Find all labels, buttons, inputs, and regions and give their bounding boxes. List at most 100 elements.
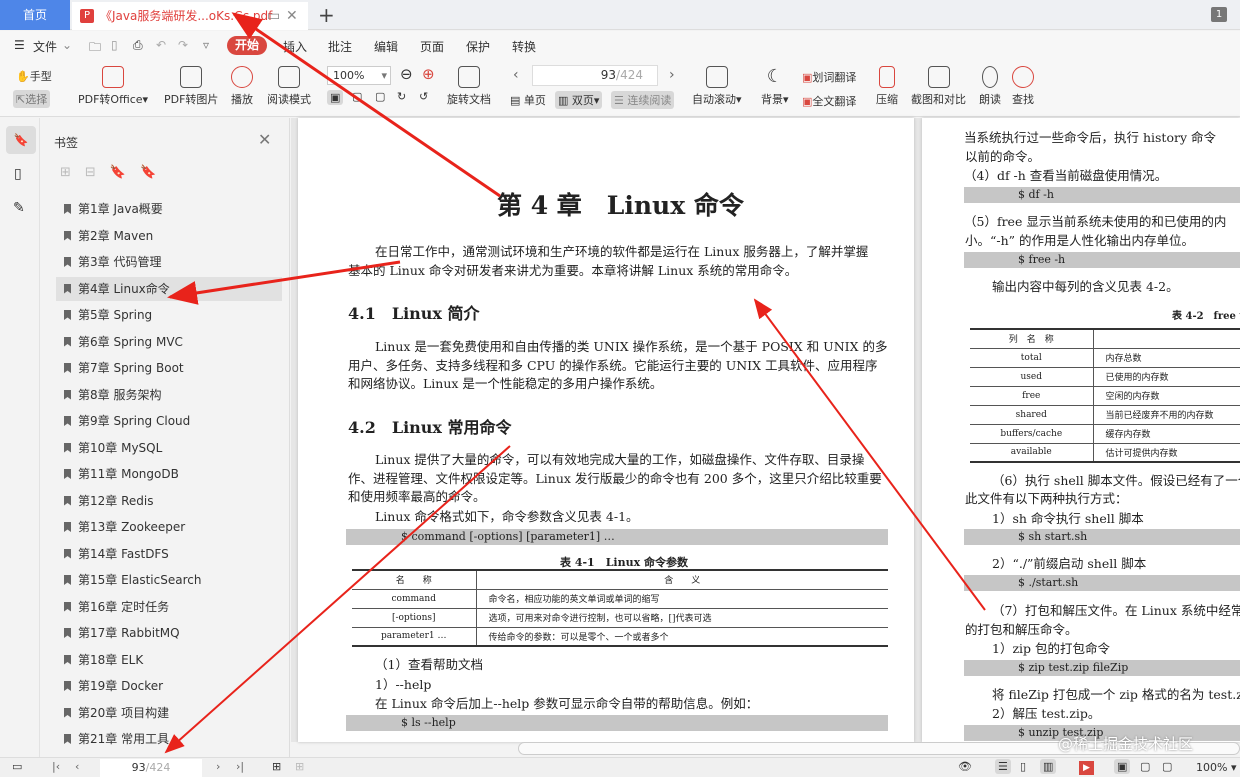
compress-button[interactable]: 压缩 <box>876 66 898 107</box>
select-tool[interactable]: ⇱选择 <box>13 90 50 108</box>
first-page-icon[interactable]: |‹ <box>52 760 60 773</box>
tab-document[interactable]: P 《Java服务端研发...oKs.Cc.pdf ▭ ✕ <box>72 2 308 30</box>
full-translate-button[interactable]: ▣全文翻译 <box>802 93 856 109</box>
fit-page-icon[interactable]: ▢ <box>352 90 362 103</box>
sidebar-item-bookmark[interactable]: 第2章 Maven <box>56 224 282 248</box>
prev-page-icon[interactable]: ‹ <box>513 67 519 83</box>
sidebar-item-bookmark[interactable]: 第14章 FastDFS <box>56 542 282 566</box>
sidebar-item-bookmark[interactable]: 第7章 Spring Boot <box>56 356 282 380</box>
play-button[interactable]: 播放 <box>231 66 253 107</box>
right-page: 当系统执行过一些命令后，执行 history 命令 以前的命令。 （4）df -… <box>922 118 1240 742</box>
sidebar-item-bookmark[interactable]: 第17章 RabbitMQ <box>56 621 282 645</box>
sidebar-item-bookmark[interactable]: 第11章 MongoDB <box>56 462 282 486</box>
actual-size-icon[interactable]: ▣ <box>1114 759 1130 774</box>
window-count-badge[interactable]: 1 <box>1211 7 1227 22</box>
zoom-in-icon[interactable]: ⊕ <box>422 65 435 83</box>
last-page-icon[interactable]: ›| <box>236 760 244 773</box>
sidebar-item-bookmark[interactable]: 第9章 Spring Cloud <box>56 409 282 433</box>
sidebar-item-bookmark[interactable]: 第15章 ElasticSearch <box>56 568 282 592</box>
menu-convert[interactable]: 转换 <box>512 38 536 55</box>
read-mode-button[interactable]: 阅读模式 <box>267 66 311 107</box>
menu-annotate[interactable]: 批注 <box>328 38 352 55</box>
sidebar-item-bookmark[interactable]: 第6章 Spring MVC <box>56 330 282 354</box>
read-aloud-button[interactable]: 朗读 <box>979 66 1001 107</box>
find-button[interactable]: 查找 <box>1012 66 1034 107</box>
bookmark-tools[interactable]: ⊞⊟🔖🔖 <box>60 165 170 180</box>
menu-page[interactable]: 页面 <box>420 38 444 55</box>
sidebar-item-bookmark[interactable]: 第3章 代码管理 <box>56 250 282 274</box>
redo-icon[interactable]: ↷ <box>178 38 188 52</box>
menu-protect[interactable]: 保护 <box>466 38 490 55</box>
add-page-icon[interactable]: ⊞ <box>272 760 281 773</box>
screenshot-compare-button[interactable]: 截图和对比 <box>911 66 966 107</box>
rotate-label: 旋转文档 <box>447 93 491 106</box>
next-page-icon[interactable]: › <box>216 760 220 773</box>
table-cell: buffers/cache <box>970 424 1093 443</box>
open-icon[interactable]: 🗀 <box>89 38 101 59</box>
menu-file[interactable]: 文件 <box>33 38 57 55</box>
tab-home[interactable]: 首页 <box>0 0 70 30</box>
page-number-input[interactable]: 93/424 <box>532 65 658 86</box>
sidebar-item-bookmark[interactable]: 第4章 Linux命令 <box>56 277 282 301</box>
double-page-button[interactable]: ▥ 双页▾ <box>555 91 602 109</box>
thumbnail-icon[interactable]: ▯ <box>14 166 22 182</box>
save-icon[interactable]: ▯ <box>111 38 118 52</box>
pdf-to-office-button[interactable]: PDF转Office▾ <box>78 66 148 107</box>
sidebar-item-bookmark[interactable]: 第19章 Docker <box>56 674 282 698</box>
prev-page-icon[interactable]: ‹ <box>75 760 79 773</box>
pin-icon[interactable]: ▭ <box>267 2 280 30</box>
sidebar-item-bookmark[interactable]: 第20章 项目构建 <box>56 701 282 725</box>
rotate-right-icon[interactable]: ↻ <box>397 90 406 103</box>
continuous-read-button[interactable]: ☰ 连续阅读 <box>611 91 674 109</box>
double-view-icon[interactable]: ▥ <box>1040 759 1056 774</box>
menu-start[interactable]: 开始 <box>227 36 267 55</box>
background-button[interactable]: ☾背景▾ <box>761 66 789 107</box>
pdf-to-image-button[interactable]: PDF转图片 <box>164 66 218 107</box>
table-caption: 表 4-2 free 命 <box>1172 307 1240 322</box>
add-page-after-icon[interactable]: ⊞ <box>295 760 304 773</box>
auto-scroll-button[interactable]: 自动滚动▾ <box>692 66 742 107</box>
bookmark-panel-icon[interactable]: 🔖 <box>6 126 36 154</box>
hand-tool[interactable]: ✋手型 <box>16 68 52 84</box>
sidebar-item-bookmark[interactable]: 第1章 Java概要 <box>56 197 282 221</box>
continuous-view-icon[interactable]: ☰ <box>995 759 1011 774</box>
menu-edit[interactable]: 编辑 <box>374 38 398 55</box>
rotate-left-icon[interactable]: ↺ <box>419 90 428 103</box>
more-icon[interactable]: ▿ <box>203 38 209 52</box>
single-view-icon[interactable]: ▯ <box>1020 760 1026 773</box>
word-translate-button[interactable]: ▣划词翻译 <box>802 69 856 85</box>
fit-width-icon[interactable]: ▢ <box>375 90 385 103</box>
annotation-icon[interactable]: ✎ <box>13 200 25 216</box>
play-icon[interactable]: ▶ <box>1079 761 1094 775</box>
rotate-document-button[interactable]: 旋转文档 <box>447 66 491 107</box>
eye-protection-icon[interactable]: 👁 <box>958 760 972 773</box>
sidebar-item-bookmark[interactable]: 第16章 定时任务 <box>56 595 282 619</box>
chevron-down-icon[interactable]: ⌄ <box>62 38 72 52</box>
single-page-button[interactable]: ▤ 单页 <box>510 92 546 108</box>
fit-page-icon[interactable]: ▢ <box>1140 760 1150 773</box>
new-tab-button[interactable]: + <box>318 3 335 27</box>
sidebar-item-bookmark[interactable]: 第18章 ELK <box>56 648 282 672</box>
status-zoom[interactable]: 100% ▾ <box>1196 761 1236 774</box>
fit-width-icon[interactable]: ▢ <box>1162 760 1172 773</box>
print-icon[interactable]: ⎙ <box>133 38 143 53</box>
actual-size-icon[interactable]: ▣ <box>327 90 343 105</box>
sidebar-item-bookmark[interactable]: 第21章 常用工具 <box>56 727 282 751</box>
close-sidebar-icon[interactable]: ✕ <box>258 130 271 149</box>
hamburger-icon[interactable]: ☰ <box>14 38 25 52</box>
table-row: parameter1 …传给命令的参数：可以是零个、一个或者多个 <box>352 627 888 646</box>
sidebar-item-bookmark[interactable]: 第5章 Spring <box>56 303 282 327</box>
menu-insert[interactable]: 插入 <box>283 38 307 55</box>
close-tab-icon[interactable]: ✕ <box>286 2 298 30</box>
next-page-icon[interactable]: › <box>669 67 675 83</box>
zoom-select[interactable]: 100%▾ <box>327 66 391 85</box>
undo-icon[interactable]: ↶ <box>156 38 166 52</box>
zoom-out-icon[interactable]: ⊖ <box>400 65 413 83</box>
sidebar-item-bookmark[interactable]: 第8章 服务架构 <box>56 383 282 407</box>
sidebar-item-bookmark[interactable]: 第10章 MySQL <box>56 436 282 460</box>
select-label: 选择 <box>25 93 47 106</box>
sidebar-item-bookmark[interactable]: 第12章 Redis <box>56 489 282 513</box>
status-page-input[interactable]: 93/424 <box>100 759 202 777</box>
sidebar-item-bookmark[interactable]: 第13章 Zookeeper <box>56 515 282 539</box>
sidebar-toggle-icon[interactable]: ▭ <box>12 760 22 773</box>
